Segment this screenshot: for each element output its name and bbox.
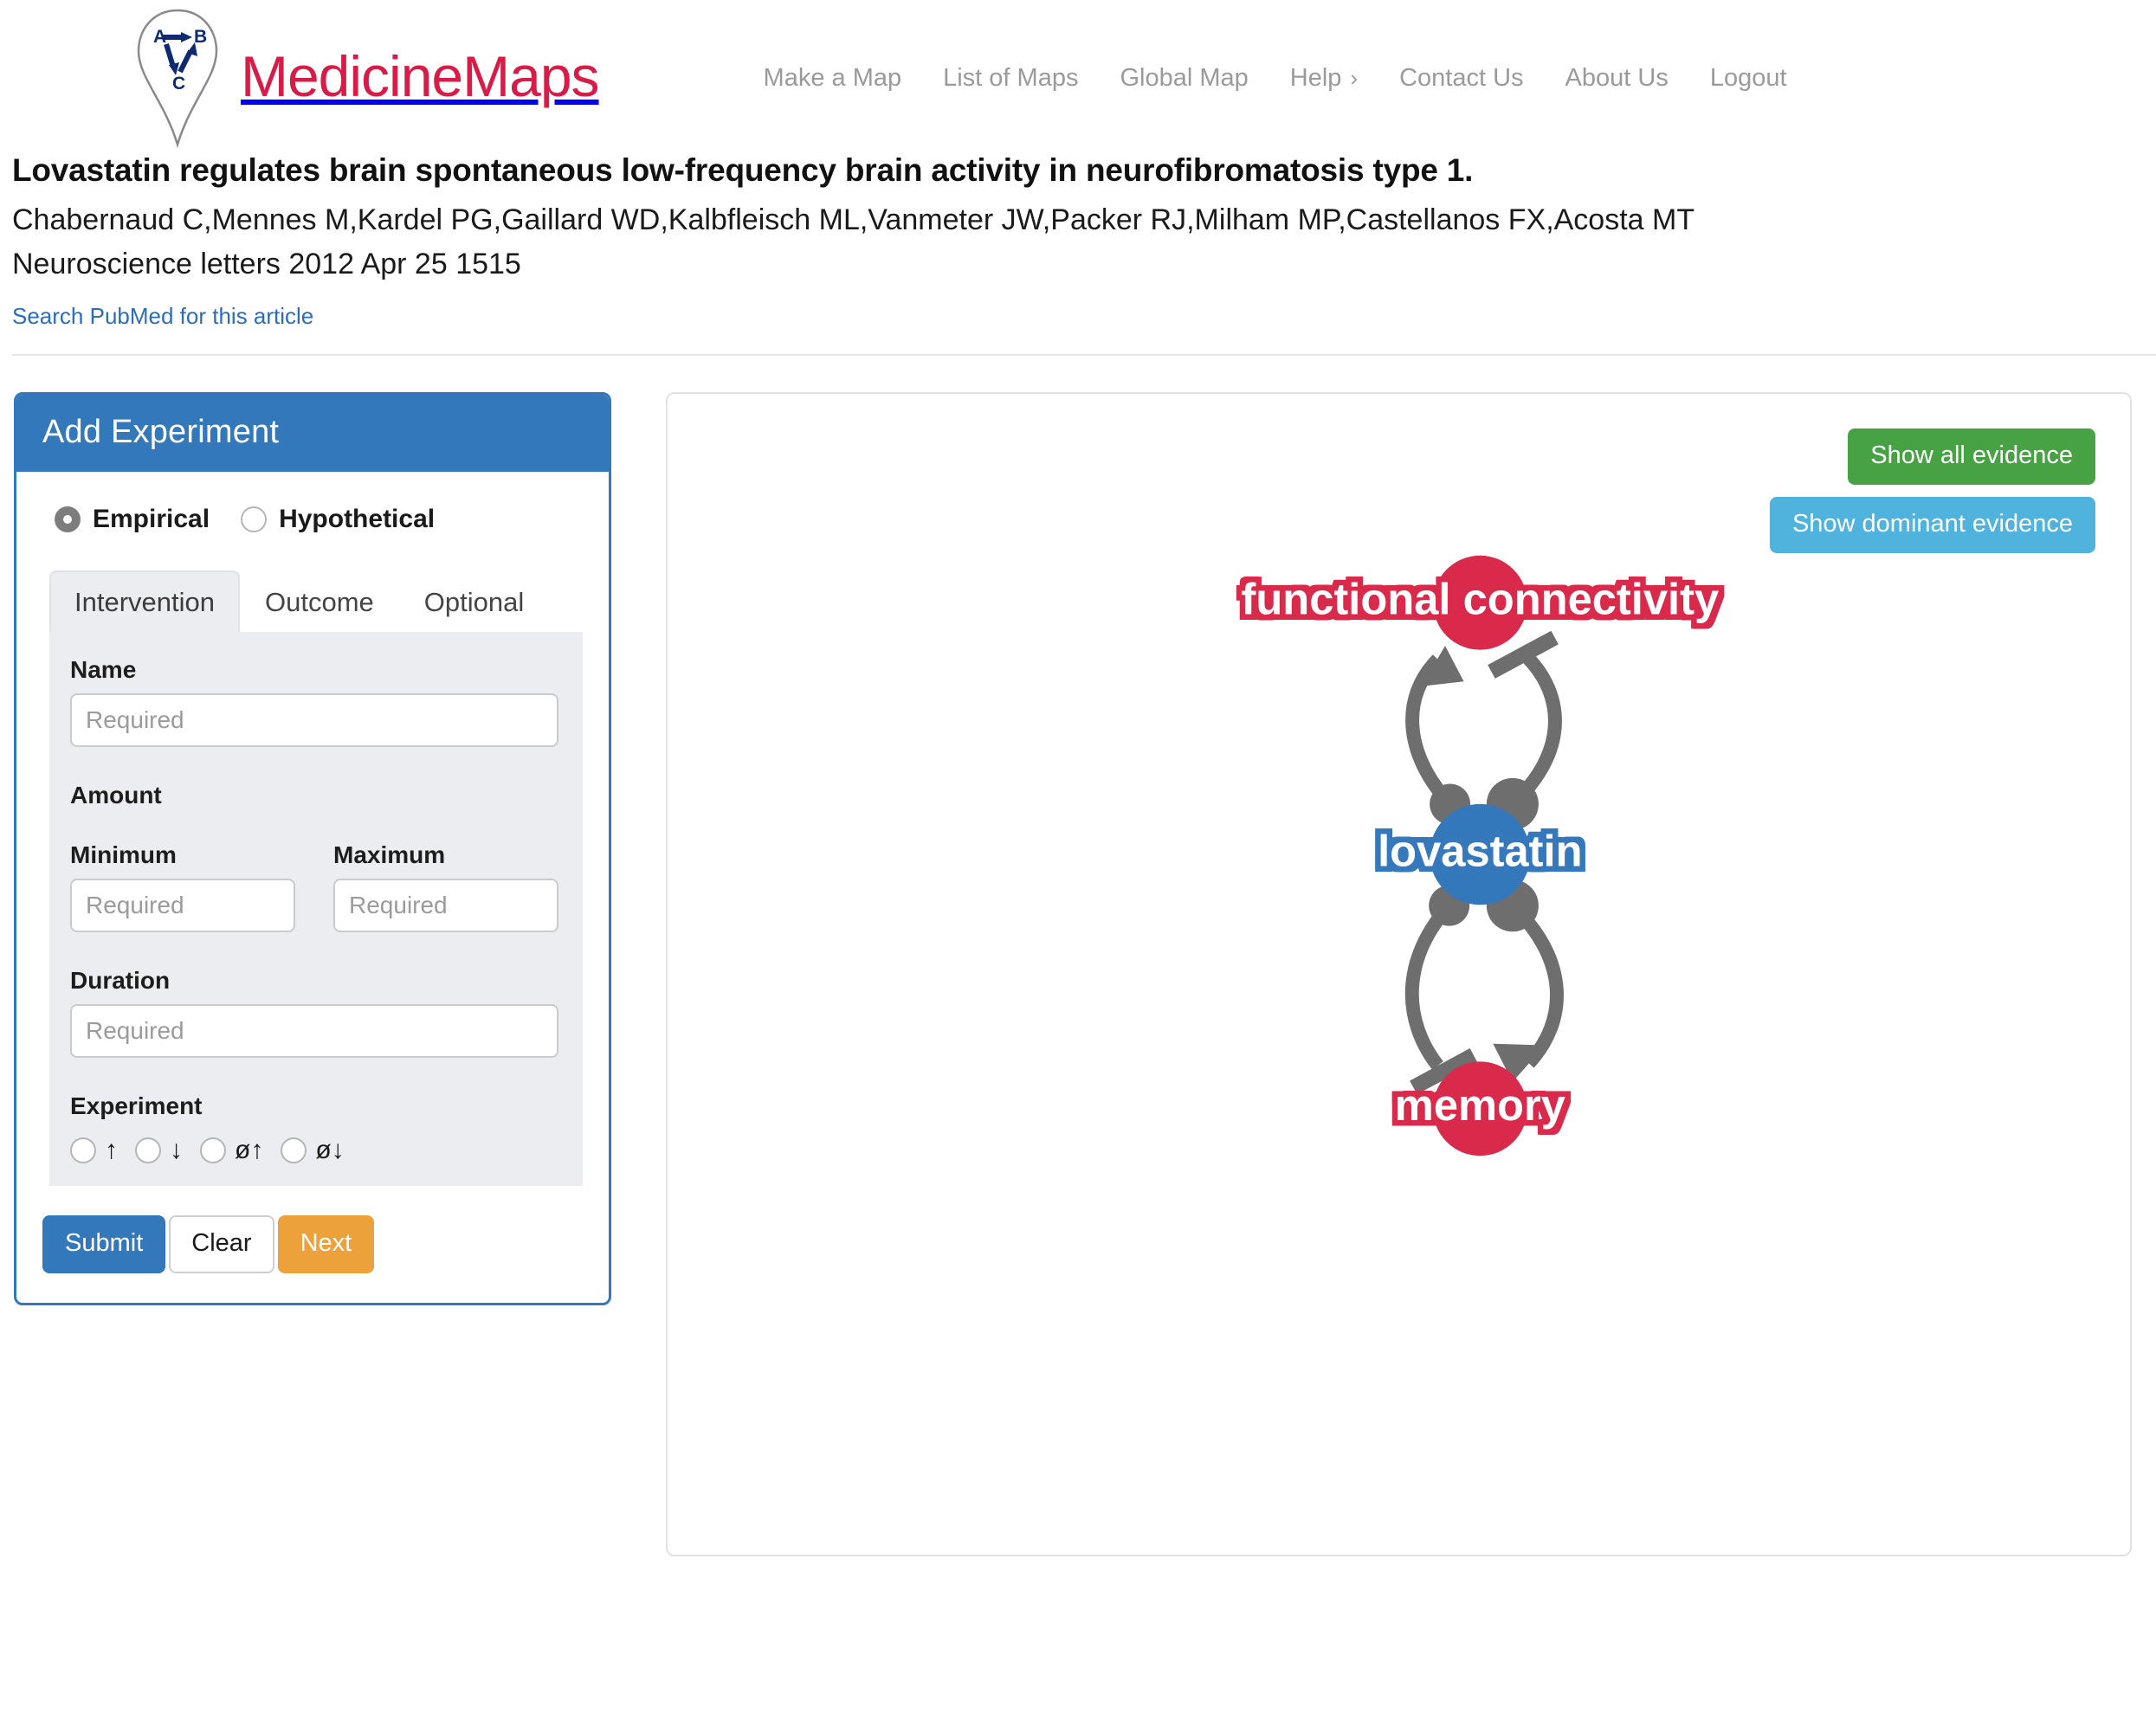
edge-lovastatin-to-memory-inhibits[interactable] [1404,885,1478,1094]
radio-experiment-down[interactable] [135,1137,161,1163]
amount-group-label: Amount [70,781,162,808]
radio-hypothetical[interactable] [241,506,268,532]
edge-lovastatin-to-functional-connectivity-activates[interactable] [1405,645,1471,825]
node-label: functional connectivity [1242,574,1720,623]
radio-hypothetical-label: Hypothetical [279,504,436,533]
nav-label: Global Map [1120,64,1249,92]
tab-optional[interactable]: Optional [399,570,549,632]
site-header: A B C MedicineMaps Make a Map List of Ma… [0,0,2156,151]
experiment-group-label: Experiment [70,1092,203,1119]
show-dominant-evidence-button[interactable]: Show dominant evidence [1769,496,2095,553]
search-pubmed-link[interactable]: Search PubMed for this article [12,303,313,329]
radio-empirical-label: Empirical [93,504,210,533]
duration-field-label: Duration [70,966,171,994]
maximum-input[interactable] [333,878,558,932]
nav-label: Make a Map [763,64,902,92]
graph-node-lovastatin[interactable]: lovastatin lovastatin [1378,803,1583,905]
nav-item-logout[interactable]: Logout [1710,64,1787,93]
arrow-down-icon: ↓ [170,1135,183,1164]
amount-row: Minimum Maximum [70,819,558,932]
edge-lovastatin-to-functional-connectivity-inhibits[interactable] [1486,630,1562,830]
experiment-option-down[interactable]: ↓ [135,1137,183,1163]
nav-label: Contact Us [1399,64,1524,92]
brand-name: MedicineMaps [241,43,600,108]
main-navigation: Make a Map List of Maps Global Map Help … [764,64,1787,93]
minimum-field-group: Minimum [70,819,295,932]
node-label: lovastatin [1378,826,1582,875]
submit-button[interactable]: Submit [42,1214,166,1273]
arrow-up-icon: ↑ [105,1135,118,1164]
nav-item-help[interactable]: Help › [1290,64,1358,93]
nav-item-list-of-maps[interactable]: List of Maps [943,64,1078,93]
node-label: memory [1395,1080,1565,1130]
form-tab-strip: Intervention Outcome Optional [49,570,583,632]
minimum-input[interactable] [70,878,295,932]
show-all-evidence-button[interactable]: Show all evidence [1848,428,2095,485]
radio-empirical[interactable] [55,506,81,532]
nav-item-contact-us[interactable]: Contact Us [1399,64,1523,93]
nav-label: List of Maps [943,64,1079,92]
evidence-button-group: Show all evidence Show dominant evidence [1769,428,2095,553]
chevron-right-icon: › [1350,65,1359,91]
name-field-label: Name [70,655,137,683]
duration-input[interactable] [70,1003,558,1058]
evidence-graph-panel: Show all evidence Show dominant evidence [666,391,2132,1556]
causal-graph[interactable]: functional connectivity functional conne… [668,394,2130,1555]
nav-label: Help [1289,64,1342,92]
next-button[interactable]: Next [277,1214,375,1273]
radio-experiment-up[interactable] [70,1137,96,1163]
panel-body: Empirical Hypothetical Intervention Outc… [16,472,609,1303]
add-experiment-panel: Add Experiment Empirical Hypothetical In… [14,391,611,1305]
panel-title: Add Experiment [16,394,609,472]
nav-item-make-a-map[interactable]: Make a Map [764,64,902,93]
name-input[interactable] [70,693,558,747]
maximum-field-group: Maximum [333,819,558,932]
nav-label: About Us [1565,64,1669,92]
nav-item-global-map[interactable]: Global Map [1120,64,1248,93]
form-button-row: Submit Clear Next [42,1214,583,1273]
svg-text:C: C [172,74,185,93]
nav-label: Logout [1709,64,1787,92]
experiment-direction-radio-group: ↑ ↓ ø↑ ø↓ [70,1137,558,1163]
maximum-field-label: Maximum [333,841,446,868]
article-title: Lovastatin regulates brain spontaneous l… [12,152,1474,188]
clear-button[interactable]: Clear [169,1214,274,1273]
article-journal-citation: Neuroscience letters 2012 Apr 25 1515 [12,248,521,281]
experiment-type-radio-group: Empirical Hypothetical [55,505,583,534]
content-area: Add Experiment Empirical Hypothetical In… [0,356,2156,1556]
experiment-option-null-up[interactable]: ø↑ [200,1137,263,1163]
article-authors: Chabernaud C,Mennes M,Kardel PG,Gaillard… [12,203,1695,236]
null-arrow-up-icon: ø↑ [235,1135,264,1164]
map-pin-logo-icon: A B C [137,9,218,149]
brand-logo-link[interactable]: A B C MedicineMaps [130,3,600,149]
radio-experiment-null-down[interactable] [281,1137,307,1163]
nav-item-about-us[interactable]: About Us [1565,64,1669,93]
tab-panel-intervention: Name Amount Minimum Maximum Duration Exp… [49,631,583,1186]
article-header: Lovastatin regulates brain spontaneous l… [0,151,2156,356]
radio-experiment-null-up[interactable] [200,1137,226,1163]
svg-text:B: B [194,27,207,47]
tab-intervention[interactable]: Intervention [49,570,240,632]
experiment-option-up[interactable]: ↑ [70,1137,118,1163]
graph-node-functional-connectivity[interactable]: functional connectivity functional conne… [1242,555,1720,650]
experiment-option-null-down[interactable]: ø↓ [281,1135,345,1164]
edge-lovastatin-to-memory-activates[interactable] [1486,879,1564,1082]
minimum-field-label: Minimum [70,841,177,868]
tab-outcome[interactable]: Outcome [240,570,399,632]
null-arrow-down-icon: ø↓ [315,1135,345,1164]
